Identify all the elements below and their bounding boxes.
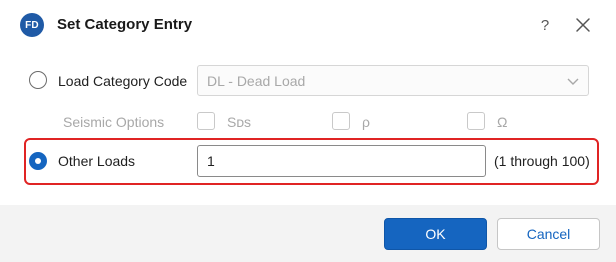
help-icon: ? (540, 16, 550, 34)
load-category-radio[interactable] (29, 71, 47, 89)
chevron-down-icon (567, 78, 579, 85)
load-category-dropdown-value: DL - Dead Load (207, 73, 306, 89)
seismic-options-label: Seismic Options (63, 114, 165, 130)
dialog-title: Set Category Entry (57, 16, 193, 33)
set-category-entry-dialog: FD Set Category Entry ? Load Category Co… (0, 0, 616, 262)
ok-button[interactable]: OK (384, 218, 487, 250)
highlight-annotation (24, 138, 599, 185)
sds-label: Sᴅs (227, 114, 252, 130)
omega-label: Ω (497, 114, 508, 130)
close-button[interactable] (571, 13, 595, 37)
rho-checkbox[interactable] (332, 112, 350, 130)
cancel-button[interactable]: Cancel (497, 218, 600, 250)
rho-label: ρ (362, 114, 370, 130)
sds-checkbox[interactable] (197, 112, 215, 130)
omega-checkbox[interactable] (467, 112, 485, 130)
load-category-dropdown[interactable]: DL - Dead Load (197, 65, 589, 96)
help-button[interactable]: ? (534, 13, 556, 37)
title-bar: FD Set Category Entry ? (0, 0, 616, 50)
app-logo-text: FD (25, 19, 39, 31)
app-logo-icon: FD (20, 13, 44, 37)
close-icon (576, 18, 590, 32)
load-category-label: Load Category Code (58, 73, 188, 89)
